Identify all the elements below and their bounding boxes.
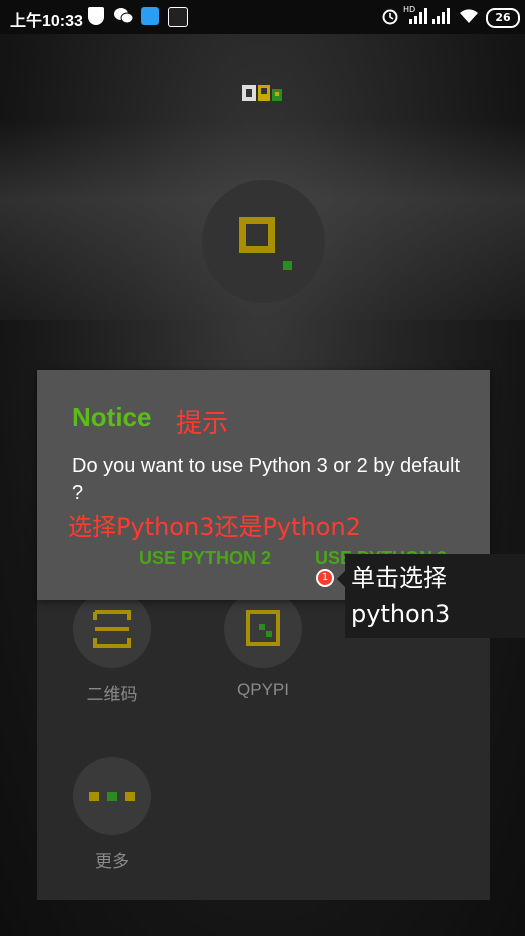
annotation-arrow [337,571,345,587]
grid-item-qrcode[interactable]: 二维码 [72,590,152,705]
use-python2-button[interactable]: USE PYTHON 2 [139,548,271,569]
alarm-icon [381,7,399,25]
dialog-title: Notice [72,402,152,432]
qpython-main-logo-button[interactable] [202,180,325,303]
grid-label-qpypi: QPYPI [237,680,289,699]
qpypi-icon [224,590,302,668]
dialog-message-annotation: 选择Python3还是Python2 [68,513,361,541]
wifi-icon [458,7,480,25]
signal-2-icon [431,7,450,25]
shield-app-icon [88,7,104,25]
grid-label-qrcode: 二维码 [86,685,138,704]
qr-scan-icon [73,590,151,668]
battery-indicator: 26 [486,8,520,28]
grid-item-qpypi[interactable]: QPYPI [223,590,303,700]
annotation-badge: 1 [316,569,334,587]
dialog-message: Do you want to use Python 3 or 2 by defa… [72,455,461,504]
qpython-logo-icon [239,217,275,253]
dialog-title-annotation: 提示 [176,409,229,439]
qpython-small-logo [242,84,286,102]
signal-1-icon [405,7,427,25]
app-notification-icon [141,7,159,25]
screen: 上午10:33 HD 26 二维码 QPYPI 更多 Notice 提示 Do … [0,0,525,936]
grid-label-more: 更多 [95,852,129,871]
wechat-icon [114,7,134,25]
tiktok-icon [168,7,188,27]
logo-dot [283,261,292,270]
more-dots-icon [73,757,151,835]
status-bar: 上午10:33 HD 26 [0,0,525,34]
status-time: 上午10:33 [10,13,83,30]
annotation-callout: 单击选择python3 [345,554,525,638]
grid-item-more[interactable]: 更多 [72,757,152,872]
